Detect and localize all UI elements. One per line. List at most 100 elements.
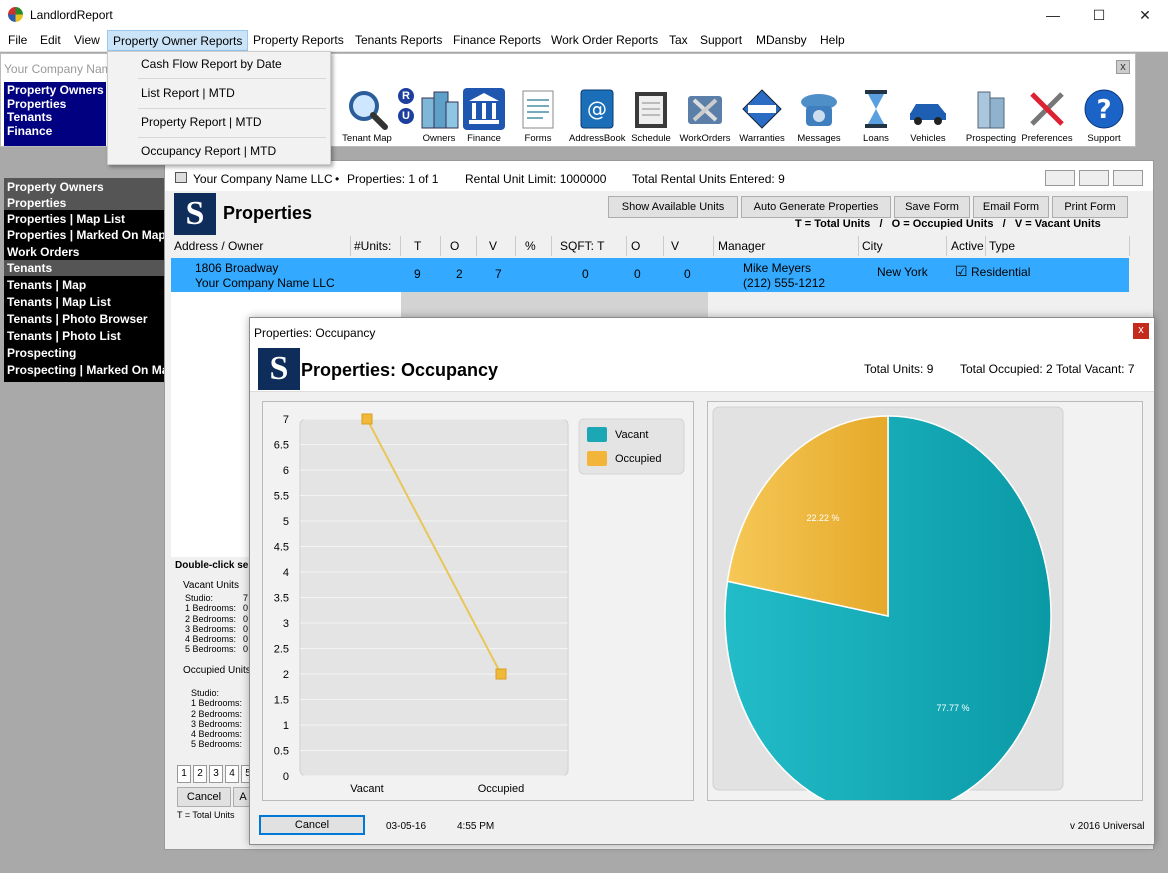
nav-item[interactable]: Property Owners (7, 180, 104, 194)
menu-edit[interactable]: Edit (40, 33, 61, 47)
restore-icon[interactable] (1079, 170, 1109, 186)
page-button[interactable]: 3 (209, 765, 223, 783)
y-tick-label: 5.5 (274, 491, 289, 503)
occupied-units-list: Studio: 1 Bedrooms: 2 Bedrooms: 3 Bedrooms:… (191, 688, 243, 750)
close-button[interactable]: ✕ (1122, 0, 1168, 30)
units-v: 7 (495, 267, 502, 281)
menu-item-property-report[interactable]: Property Report | MTD (141, 115, 261, 129)
menu-finance-reports[interactable]: Finance Reports (453, 33, 541, 47)
column-address-owner[interactable]: Address / Owner (171, 236, 351, 256)
menu-view[interactable]: View (74, 33, 100, 47)
toolbar-vehicles[interactable]: Vehicles (900, 88, 956, 144)
y-tick-label: 6.5 (274, 440, 289, 452)
menu-bar: File Edit View Property Owner Reports Pr… (0, 30, 1168, 52)
toolbar-support[interactable]: ? Support (1076, 88, 1132, 144)
nav-item[interactable]: Properties | Map List (7, 212, 125, 226)
bank-icon (463, 88, 505, 130)
nav-item[interactable]: Prospecting (7, 346, 76, 360)
minimize-icon[interactable] (1045, 170, 1075, 186)
toolbar-schedule[interactable]: Schedule (623, 88, 679, 144)
skyscraper-icon (970, 88, 1012, 130)
nav-finance[interactable]: Finance (4, 124, 106, 139)
save-form-button[interactable]: Save Form (894, 196, 970, 218)
menu-mdansby[interactable]: MDansby (756, 33, 807, 47)
toolbar-prospecting[interactable]: Prospecting (963, 88, 1019, 144)
nav-item[interactable]: Tenants | Map (7, 278, 86, 292)
column-city[interactable]: City (859, 236, 947, 256)
menu-item-cash-flow-report[interactable]: Cash Flow Report by Date (141, 57, 282, 71)
active-checkbox[interactable]: ☑ (955, 263, 968, 280)
company-name-field[interactable]: Your Company Name (4, 62, 118, 76)
house-icon (175, 172, 187, 183)
table-row[interactable]: 1806 Broadway Your Company Name LLC 9 2 … (171, 258, 1129, 292)
nav-item[interactable]: Work Orders (7, 245, 79, 259)
page-button[interactable]: 2 (193, 765, 207, 783)
toolbar-messages[interactable]: Messages (791, 88, 847, 144)
y-tick-label: 3.5 (274, 593, 289, 605)
nav-item[interactable]: Tenants | Photo List (7, 329, 121, 343)
email-form-button[interactable]: Email Form (973, 196, 1049, 218)
nav-item[interactable]: Prospecting | Marked On Map (7, 363, 164, 377)
maximize-button[interactable]: ☐ (1076, 0, 1122, 30)
slice-label: 77.77 % (936, 703, 969, 713)
dialog-close-button[interactable]: x (1133, 323, 1149, 339)
toolbar-warranties[interactable]: Warranties (734, 88, 790, 144)
toolbar-addressbook[interactable]: @ AddressBook (569, 88, 626, 144)
address: 1806 Broadway (195, 261, 279, 275)
toolbar-close-button[interactable]: x (1116, 60, 1130, 74)
data-point (361, 413, 373, 425)
document-icon (517, 88, 559, 130)
menu-support[interactable]: Support (700, 33, 742, 47)
y-tick-label: 3 (283, 618, 289, 630)
vacant-units-list: Studio: 1 Bedrooms: 2 Bedrooms: 3 Bedrooms:… (185, 593, 237, 655)
y-tick-label: 2.5 (274, 644, 289, 656)
occupancy-cancel-button[interactable]: Cancel (259, 815, 365, 835)
menu-item-occupancy-report[interactable]: Occupancy Report | MTD (141, 144, 276, 158)
toolbar-tenant-map[interactable]: Tenant Map (339, 88, 395, 144)
y-tick-label: 1.5 (274, 695, 289, 707)
column-manager[interactable]: Manager (715, 236, 859, 256)
toolbar-forms[interactable]: Forms (510, 88, 566, 144)
toolbar-workorders[interactable]: WorkOrders (677, 88, 733, 144)
total-units: Total Units: 9 (864, 362, 934, 376)
close-icon[interactable] (1113, 170, 1143, 186)
menu-property-reports[interactable]: Property Reports (253, 33, 344, 47)
page-button[interactable]: 4 (225, 765, 239, 783)
menu-file[interactable]: File (8, 33, 27, 47)
window-title: LandlordReport (30, 8, 113, 22)
column-t: T (411, 236, 441, 256)
toolbar-loans[interactable]: Loans (848, 88, 904, 144)
column-type[interactable]: Type (986, 236, 1130, 256)
menu-item-list-report[interactable]: List Report | MTD (141, 86, 235, 100)
menu-tax[interactable]: Tax (669, 33, 688, 47)
column-sqft-t: SQFT: T (557, 236, 627, 256)
menu-help[interactable]: Help (820, 33, 845, 47)
auto-generate-properties-button[interactable]: Auto Generate Properties (741, 196, 891, 218)
total-vacant: Total Vacant: 7 (1056, 362, 1135, 376)
print-form-button[interactable]: Print Form (1052, 196, 1128, 218)
nav-property-owners[interactable]: Property Owners (4, 83, 106, 98)
toolbar-preferences[interactable]: Preferences (1019, 88, 1075, 144)
menu-work-order-reports[interactable]: Work Order Reports (551, 33, 658, 47)
sqft-v: 0 (684, 267, 691, 281)
nav-tenants[interactable]: Tenants (4, 110, 106, 125)
units-o: 2 (456, 267, 463, 281)
dialog-title: Properties: Occupancy (254, 326, 376, 340)
nav-item[interactable]: Properties | Marked On Map (7, 228, 164, 242)
company-label: Your Company Name LLC (193, 172, 333, 186)
nav-item[interactable]: Tenants | Map List (7, 295, 111, 309)
page-button[interactable]: 1 (177, 765, 191, 783)
menu-property-owner-reports[interactable]: Property Owner Reports (107, 30, 249, 51)
nav-item[interactable]: Properties (7, 196, 66, 210)
nav-item[interactable]: Tenants (7, 261, 52, 275)
manager-phone: (212) 555-1212 (743, 276, 826, 290)
nav-item[interactable]: Tenants | Photo Browser (7, 312, 147, 326)
toolbar-finance[interactable]: Finance (456, 88, 512, 144)
nav-properties[interactable]: Properties (4, 97, 106, 112)
menu-tenants-reports[interactable]: Tenants Reports (355, 33, 442, 47)
units-legend: T = Total Units / O = Occupied Units / V… (795, 218, 1101, 230)
cancel-button[interactable]: Cancel (177, 787, 231, 807)
minimize-button[interactable]: — (1030, 0, 1076, 30)
y-tick-label: 6 (283, 465, 289, 477)
show-available-units-button[interactable]: Show Available Units (608, 196, 738, 218)
